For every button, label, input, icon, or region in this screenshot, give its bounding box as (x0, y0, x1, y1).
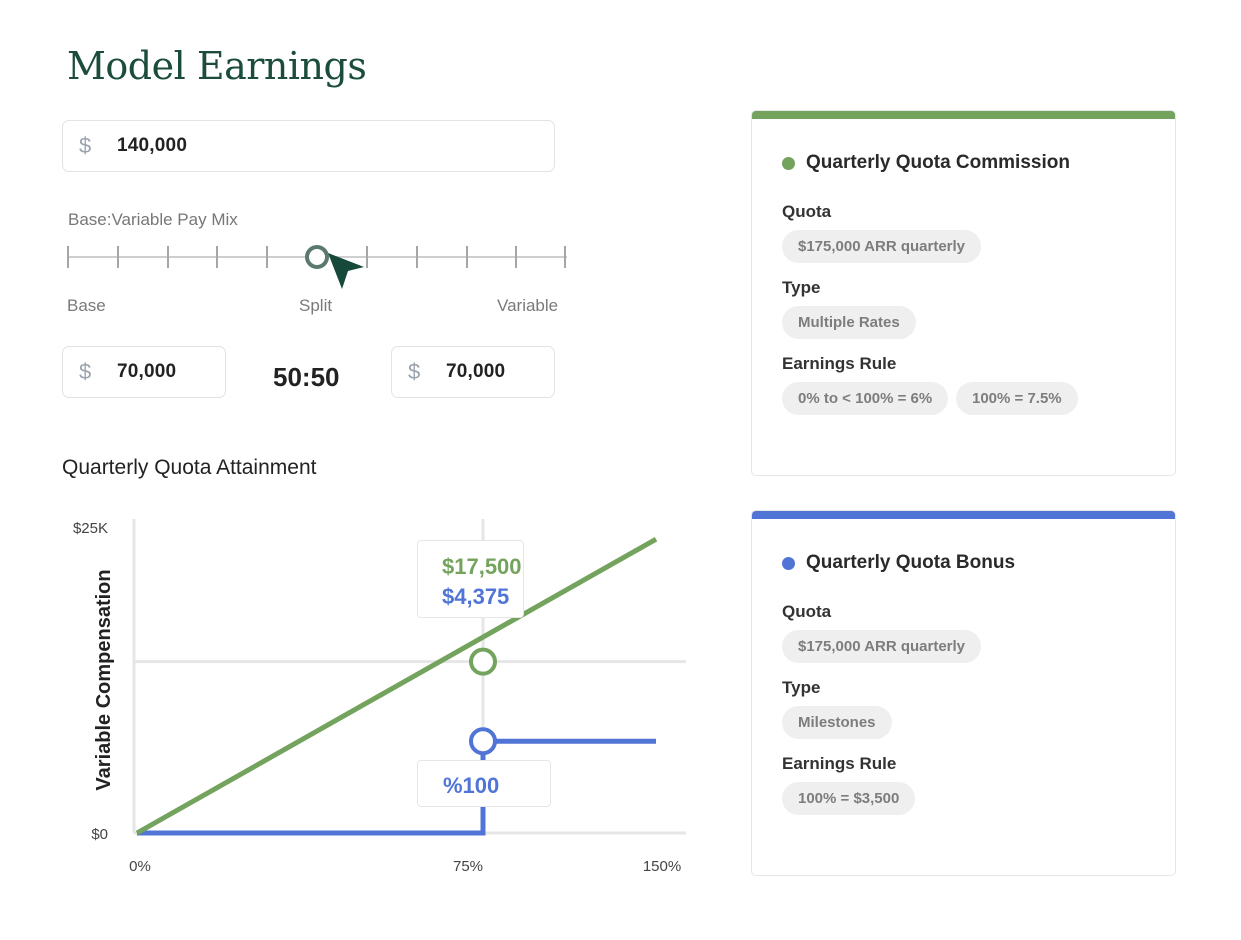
data-point (469, 647, 497, 676)
currency-symbol: $ (79, 133, 92, 158)
slider-label-variable: Variable (497, 296, 559, 315)
slider-tick (466, 246, 468, 268)
variable-pay-input[interactable]: $ 70,000 (391, 346, 555, 398)
card-header: Quarterly Quota Bonus (782, 552, 1015, 574)
attainment-callout-value: %100 (443, 773, 500, 798)
attainment-chart: Variable Compensation $0 $25K 0% 75% 150% (73, 519, 686, 875)
currency-symbol: $ (79, 359, 92, 384)
pay-mix-label: Base:Variable Pay Mix (68, 210, 238, 229)
slider-tick (366, 246, 368, 268)
card-accent-bar (752, 111, 1175, 119)
x-tick-label: 0% (129, 858, 151, 875)
mouse-cursor-icon (328, 253, 364, 289)
y-axis-label: Variable Compensation (93, 569, 115, 790)
salary-value[interactable]: 140,000 (117, 135, 187, 157)
x-tick-label: 150% (643, 858, 681, 875)
card-header: Quarterly Quota Commission (782, 152, 1070, 174)
pay-mix-ratio: 50:50 (273, 362, 340, 392)
base-pay-input[interactable]: $ 70,000 (62, 346, 226, 398)
type-label: Type (782, 678, 821, 697)
salary-input[interactable]: $ 140,000 (62, 120, 555, 172)
commission-callout-value: $17,500 (442, 554, 522, 579)
y-tick-label: $25K (73, 520, 108, 537)
commission-plan-card: Quarterly Quota Commission Quota $175,00… (751, 110, 1176, 476)
type-label: Type (782, 278, 821, 297)
base-pay-value[interactable]: 70,000 (117, 361, 176, 383)
data-point (469, 727, 497, 756)
earnings-rule-label: Earnings Rule (782, 354, 897, 373)
slider-tick (416, 246, 418, 268)
type-pill: Milestones (782, 706, 892, 739)
earnings-rule-pill: 100% = 7.5% (956, 382, 1078, 415)
variable-pay-value[interactable]: 70,000 (446, 361, 505, 383)
attainment-callout: %100 (417, 760, 551, 807)
slider-tick (117, 246, 119, 268)
card-accent-bar (752, 511, 1175, 519)
card-title: Quarterly Quota Bonus (806, 552, 1016, 573)
x-tick-label: 75% (453, 858, 483, 875)
slider-tick (266, 246, 268, 268)
card-title: Quarterly Quota Commission (806, 152, 1070, 173)
slider-tick (67, 246, 69, 268)
slider-tick (564, 246, 566, 268)
status-dot-icon (782, 156, 795, 170)
quota-pill: $175,000 ARR quarterly (782, 630, 982, 663)
slider-label-base: Base (67, 296, 106, 315)
y-tick-label: $0 (91, 826, 108, 843)
currency-symbol: $ (408, 359, 421, 384)
slider-tick (167, 246, 169, 268)
quota-pill: $175,000 ARR quarterly (782, 230, 982, 263)
quota-label: Quota (782, 202, 832, 221)
status-dot-icon (782, 556, 795, 570)
series-line (135, 537, 658, 836)
slider-tick (216, 246, 218, 268)
pay-mix-slider[interactable] (67, 240, 567, 289)
slider-tick (515, 246, 517, 268)
earnings-rule-label: Earnings Rule (782, 754, 897, 773)
type-pill: Multiple Rates (782, 306, 916, 339)
chart-title: Quarterly Quota Attainment (62, 456, 317, 479)
bonus-callout-value: $4,375 (442, 584, 510, 609)
quota-label: Quota (782, 602, 832, 621)
slider-label-split: Split (299, 296, 333, 315)
earnings-rule-pill: 0% to < 100% = 6% (782, 382, 949, 415)
earnings-rule-pill: 100% = $3,500 (782, 782, 916, 815)
bonus-plan-card: Quarterly Quota Bonus Quota $175,000 ARR… (751, 510, 1176, 876)
page-title: Model Earnings (67, 44, 367, 88)
value-callout: $17,500 $4,375 (417, 540, 524, 618)
